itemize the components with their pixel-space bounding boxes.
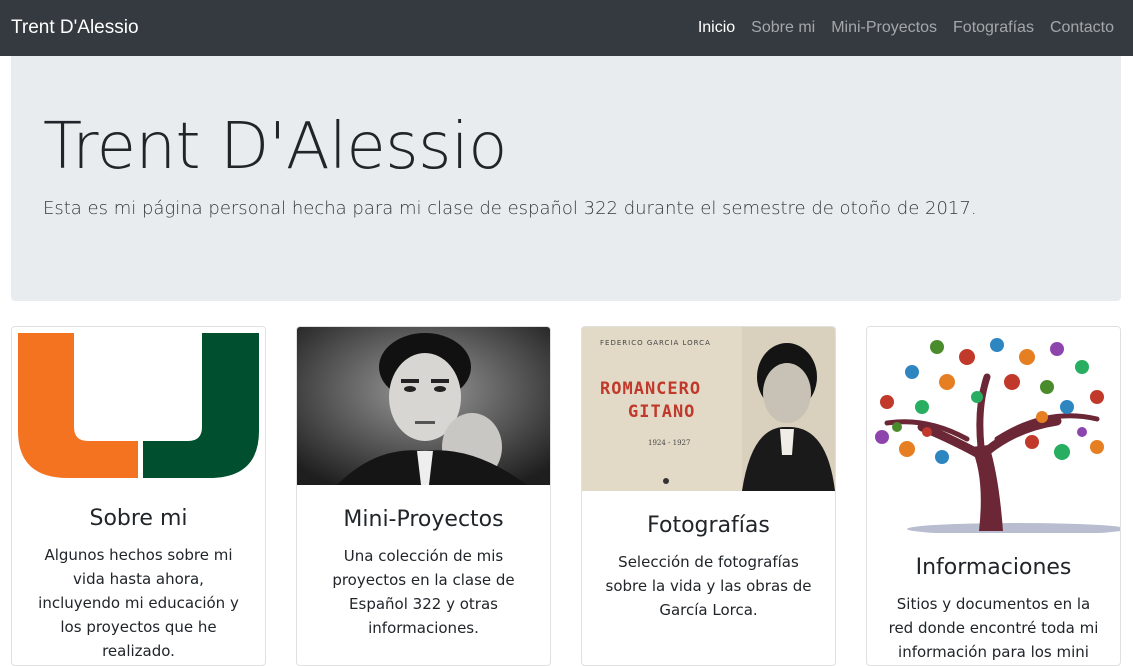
navbar: Trent D'Alessio Inicio Sobre mi Mini-Pro… <box>0 0 1133 56</box>
card-deck: Sobre mi Algunos hechos sobre mi vida ha… <box>11 326 1121 666</box>
card-mini-proyectos[interactable]: Mini-Proyectos Una colección de mis proy… <box>296 326 551 666</box>
card-title: Fotografías <box>647 513 770 538</box>
book-title-line2: GITANO <box>628 402 696 422</box>
page-lead: Esta es mi página personal hecha para mi… <box>43 198 977 219</box>
nav-sobre-mi[interactable]: Sobre mi <box>743 19 823 37</box>
card-text: Una colección de mis proyectos en la cla… <box>332 547 515 637</box>
card-sobre-mi[interactable]: Sobre mi Algunos hechos sobre mi vida ha… <box>11 326 266 666</box>
nav-inicio[interactable]: Inicio <box>690 19 743 37</box>
book-author: FEDERICO GARCIA LORCA <box>600 339 711 347</box>
card-text: Sitios y documentos en la red donde enco… <box>888 595 1099 661</box>
brand-link[interactable]: Trent D'Alessio <box>11 17 139 39</box>
nav-contacto[interactable]: Contacto <box>1042 19 1122 37</box>
lorca-portrait-image <box>297 327 550 485</box>
book-years: 1924 - 1927 <box>648 439 691 447</box>
romancero-gitano-image: FEDERICO GARCIA LORCA ROMANCERO GITANO 1… <box>582 327 835 491</box>
nav-fotografias[interactable]: Fotografías <box>945 19 1042 37</box>
um-logo-image <box>12 327 265 482</box>
card-text: Algunos hechos sobre mi vida hasta ahora… <box>38 546 239 660</box>
book-title-line1: ROMANCERO <box>600 379 702 399</box>
nav-links: Inicio Sobre mi Mini-Proyectos Fotografí… <box>690 19 1122 37</box>
info-tree-image <box>867 327 1120 533</box>
jumbotron: Trent D'Alessio Esta es mi página person… <box>11 56 1121 301</box>
card-title: Sobre mi <box>89 506 188 531</box>
card-fotografias[interactable]: FEDERICO GARCIA LORCA ROMANCERO GITANO 1… <box>581 326 836 666</box>
page-title: Trent D'Alessio <box>43 110 507 184</box>
card-informaciones[interactable]: Informaciones Sitios y documentos en la … <box>866 326 1121 666</box>
card-text: Selección de fotografías sobre la vida y… <box>605 553 812 619</box>
nav-mini-proyectos[interactable]: Mini-Proyectos <box>823 19 945 37</box>
card-title: Mini-Proyectos <box>343 507 504 532</box>
card-title: Informaciones <box>915 555 1072 580</box>
